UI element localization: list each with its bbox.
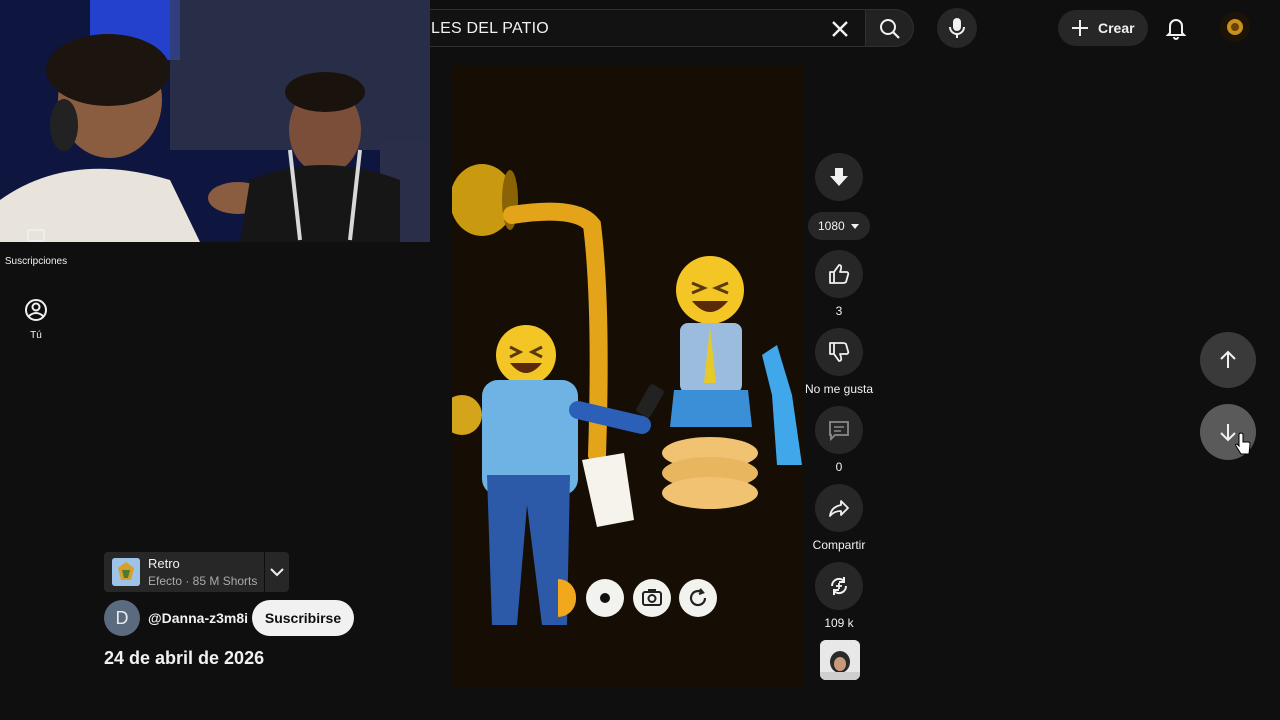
avatar-image [1220,12,1250,42]
channel-handle[interactable]: @Danna-z3m8i [148,610,248,626]
search-box[interactable]: LES DEL PATIO [400,9,866,47]
camera-button[interactable] [633,579,671,617]
share-button[interactable] [815,484,863,532]
comments-button[interactable] [815,406,863,454]
dislike-label: No me gusta [804,382,874,396]
comment-icon [829,421,849,442]
bell-icon [1165,19,1187,40]
subscribe-button[interactable]: Suscribirse [252,600,354,636]
previous-short-button[interactable] [1200,332,1256,388]
sound-thumbnail-image [820,640,860,680]
video-frame [452,65,804,687]
chip-divider [264,552,265,592]
reset-button[interactable] [679,579,717,617]
shorts-player[interactable] [452,65,804,687]
download-icon [830,168,848,186]
publish-date: 24 de abril de 2026 [104,648,265,668]
thumbs-up-icon [829,264,850,284]
plus-icon [1072,20,1088,36]
notifications-button[interactable] [1160,12,1192,44]
sound-thumbnail[interactable] [820,640,860,680]
chevron-down-icon[interactable] [269,564,285,580]
guide-subscriptions[interactable]: Suscripciones [0,226,72,267]
search-icon [880,19,900,39]
effect-thumbnail-image [112,558,140,586]
create-button[interactable]: Crear [1058,10,1148,46]
voice-search-button[interactable] [937,8,977,48]
channel-avatar[interactable]: D [104,600,140,636]
dislike-button[interactable] [815,328,863,376]
close-icon[interactable] [827,16,853,42]
download-button[interactable] [815,153,863,201]
comment-count: 0 [835,460,843,474]
remix-icon [830,577,848,595]
like-button[interactable] [815,250,863,298]
remix-button[interactable] [815,562,863,610]
effect-meta: Efecto · 85 M Shorts [148,574,258,588]
dot-icon [600,593,610,603]
thumbs-down-icon [829,342,850,362]
effect-thumbnail [112,558,140,586]
rotate-icon [689,588,707,607]
guide-subscriptions-label: Suscripciones [4,256,68,267]
search-input[interactable]: LES DEL PATIO [431,20,549,38]
mic-icon [949,18,965,38]
quality-selector[interactable]: 1080 [808,212,870,240]
remix-count: 109 k [824,616,854,630]
record-button[interactable] [586,579,624,617]
subscriptions-icon [27,229,45,242]
arrow-up-icon [1220,350,1236,368]
effect-name: Retro [148,556,180,571]
share-label: Compartir [812,538,866,552]
like-count: 3 [835,304,843,318]
webcam-overlay [0,0,430,242]
webcam-image [0,0,430,242]
caret-down-icon [851,224,859,229]
guide-you-label: Tú [30,330,42,341]
search-button[interactable] [866,9,914,47]
create-label: Crear [1098,20,1135,36]
user-circle-icon [25,299,47,321]
guide-you[interactable]: Tú [0,298,72,341]
account-avatar[interactable] [1220,12,1250,42]
effect-chip[interactable]: Retro Efecto · 85 M Shorts [104,552,289,592]
cursor-hand-icon [1235,432,1251,455]
share-icon [829,500,849,517]
quality-value: 1080 [818,219,845,233]
camera-icon [642,589,662,606]
